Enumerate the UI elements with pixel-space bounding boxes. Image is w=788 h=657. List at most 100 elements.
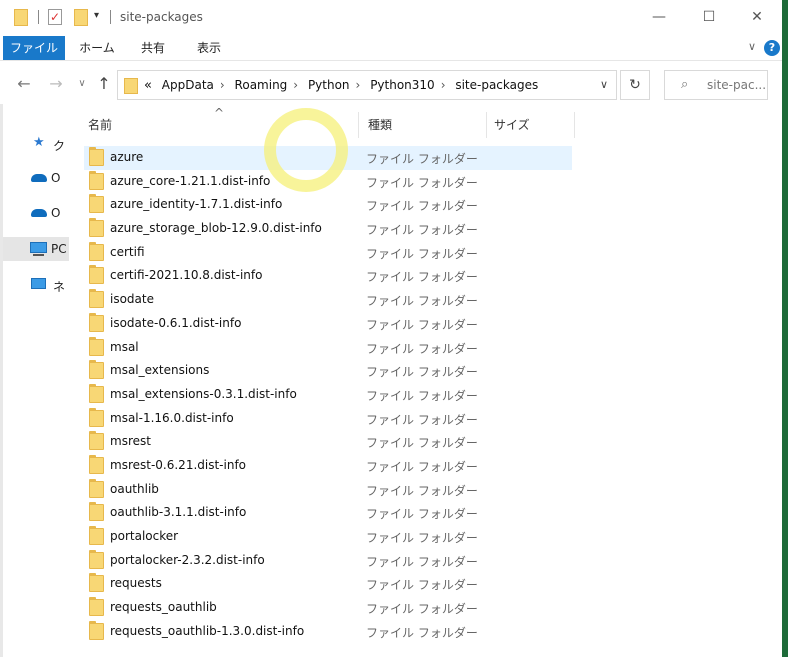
file-row[interactable]: certifi ファイル フォルダー <box>84 241 572 265</box>
file-row[interactable]: oauthlib-3.1.1.dist-info ファイル フォルダー <box>84 501 572 525</box>
file-row[interactable]: azure_storage_blob-12.9.0.dist-info ファイル … <box>84 217 572 241</box>
file-name: certifi-2021.10.8.dist-info <box>110 268 263 283</box>
file-row[interactable]: msrest ファイル フォルダー <box>84 430 572 454</box>
file-name: portalocker-2.3.2.dist-info <box>110 552 265 567</box>
column-type[interactable]: 種類 <box>368 116 392 133</box>
file-row[interactable]: msal_extensions-0.3.1.dist-info ファイル フォルダ… <box>84 383 572 407</box>
ribbon-tabs: ファイル ホーム 共有 表示 ∨ ? <box>0 36 788 61</box>
back-button[interactable]: ← <box>14 74 34 93</box>
sidebar-item-network[interactable]: ネ <box>3 273 69 297</box>
breadcrumb-python310[interactable]: Python310 <box>370 78 435 92</box>
sidebar-item-label: O <box>51 171 61 185</box>
folder-icon <box>89 241 104 261</box>
file-row[interactable]: requests_oauthlib-1.3.0.dist-info ファイル フォ… <box>84 620 572 644</box>
file-row[interactable]: requests_oauthlib ファイル フォルダー <box>84 596 572 620</box>
file-row[interactable]: msrest-0.6.21.dist-info ファイル フォルダー <box>84 454 572 478</box>
file-type: ファイル フォルダー <box>366 459 478 474</box>
sort-ascending-icon: ^ <box>214 106 225 120</box>
folder-icon <box>89 194 104 214</box>
file-row[interactable]: isodate-0.6.1.dist-info ファイル フォルダー <box>84 312 572 336</box>
search-box[interactable]: ⌕ site-pac... <box>664 70 768 100</box>
file-row[interactable]: certifi-2021.10.8.dist-info ファイル フォルダー <box>84 264 572 288</box>
folder-icon <box>89 336 104 356</box>
folder-icon <box>89 218 104 238</box>
file-type: ファイル フォルダー <box>366 246 478 261</box>
new-folder-icon[interactable] <box>74 9 88 26</box>
sidebar-item-pc[interactable]: PC <box>3 237 69 261</box>
file-row[interactable]: azure_identity-1.7.1.dist-info ファイル フォルダー <box>84 193 572 217</box>
maximize-button[interactable]: ☐ <box>694 6 724 28</box>
breadcrumb-site-packages[interactable]: site-packages <box>455 78 538 92</box>
tab-file[interactable]: ファイル <box>3 36 65 60</box>
folder-icon <box>89 620 104 640</box>
cloud-icon <box>31 209 47 217</box>
file-row[interactable]: msal ファイル フォルダー <box>84 336 572 360</box>
file-type: ファイル フォルダー <box>366 270 478 285</box>
breadcrumb-roaming[interactable]: Roaming <box>235 78 288 92</box>
divider[interactable] <box>358 112 359 138</box>
network-icon <box>31 278 46 289</box>
sidebar-item-label: O <box>51 206 61 220</box>
file-type: ファイル フォルダー <box>366 554 478 569</box>
column-size[interactable]: サイズ <box>494 116 530 133</box>
tab-view[interactable]: 表示 <box>186 36 232 60</box>
file-name: portalocker <box>110 529 179 543</box>
file-name: msrest <box>110 434 151 449</box>
breadcrumb-separator-icon[interactable]: › <box>220 78 225 92</box>
breadcrumb-separator-icon[interactable]: › <box>441 78 446 92</box>
file-name: isodate-0.6.1.dist-info <box>110 315 242 330</box>
file-row[interactable]: msal-1.16.0.dist-info ファイル フォルダー <box>84 407 572 431</box>
breadcrumb-separator-icon[interactable]: › <box>356 78 361 92</box>
breadcrumb-overflow-icon[interactable]: « <box>144 78 152 93</box>
file-row[interactable]: requests ファイル フォルダー <box>84 572 572 596</box>
tab-home[interactable]: ホーム <box>72 36 122 60</box>
folder-icon <box>89 431 104 451</box>
folder-icon <box>89 573 104 593</box>
sidebar-item-quick-access[interactable]: ★ ク <box>3 132 69 156</box>
minimize-button[interactable]: — <box>644 6 674 28</box>
file-name: msrest-0.6.21.dist-info <box>110 457 247 472</box>
file-type: ファイル フォルダー <box>366 388 478 403</box>
file-row[interactable]: isodate ファイル フォルダー <box>84 288 572 312</box>
search-input[interactable]: site-pac... <box>707 78 766 92</box>
click-highlight <box>264 108 348 192</box>
file-type: ファイル フォルダー <box>366 341 478 356</box>
folder-icon <box>89 526 104 545</box>
navigation-bar: ← → ∨ ↑ « AppData › Roaming › Python › Pyth… <box>0 66 788 104</box>
forward-button[interactable]: → <box>46 74 66 93</box>
recent-locations-icon[interactable]: ∨ <box>72 78 92 89</box>
file-type: ファイル フォルダー <box>366 602 478 617</box>
column-name[interactable]: 名前 <box>88 116 112 133</box>
file-row[interactable]: portalocker-2.3.2.dist-info ファイル フォルダー <box>84 549 572 573</box>
help-icon[interactable]: ? <box>764 40 780 56</box>
tab-share[interactable]: 共有 <box>130 36 176 60</box>
sidebar-item-onedrive[interactable]: O <box>3 166 69 190</box>
file-row[interactable]: oauthlib ファイル フォルダー <box>84 478 572 502</box>
folder-icon <box>89 289 104 309</box>
up-button[interactable]: ↑ <box>94 74 114 93</box>
file-row[interactable]: portalocker ファイル フォルダー <box>84 525 572 549</box>
file-name: isodate <box>110 292 154 307</box>
file-name: azure_identity-1.7.1.dist-info <box>110 197 283 212</box>
breadcrumb-separator-icon[interactable]: › <box>293 78 298 92</box>
quick-access-dropdown-icon[interactable]: ▾ <box>94 10 99 21</box>
breadcrumb-appdata[interactable]: AppData <box>162 78 214 92</box>
file-type: ファイル フォルダー <box>366 507 478 522</box>
search-icon: ⌕ <box>681 77 689 92</box>
divider[interactable] <box>486 112 487 138</box>
breadcrumb-python[interactable]: Python <box>308 78 350 92</box>
address-bar[interactable]: « AppData › Roaming › Python › Python310 › s… <box>117 70 617 100</box>
file-name: requests_oauthlib <box>110 600 217 615</box>
file-type: ファイル フォルダー <box>366 436 478 451</box>
expand-ribbon-icon[interactable]: ∨ <box>748 40 756 53</box>
address-dropdown-icon[interactable]: ∨ <box>600 78 608 91</box>
file-row[interactable]: msal_extensions ファイル フォルダー <box>84 359 572 383</box>
properties-checkbox-icon[interactable]: ✓ <box>48 9 62 25</box>
refresh-button[interactable]: ↻ <box>620 70 650 100</box>
file-type: ファイル フォルダー <box>366 412 478 427</box>
divider[interactable] <box>574 112 575 138</box>
window-title: site-packages <box>120 10 203 24</box>
file-type: ファイル フォルダー <box>366 625 478 640</box>
sidebar-item-onedrive-2[interactable]: O <box>3 201 69 225</box>
close-button[interactable]: ✕ <box>742 6 772 28</box>
